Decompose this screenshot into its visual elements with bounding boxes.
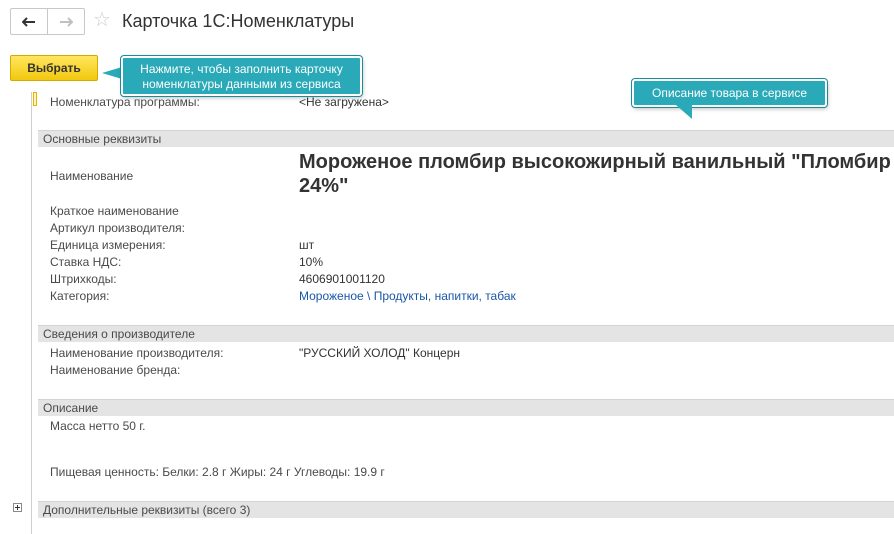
section-title: Дополнительные реквизиты (всего 3) [43, 503, 251, 517]
brand-label: Наименование бренда: [50, 363, 181, 377]
manufacturer-name-label: Наименование производителя: [50, 346, 224, 360]
section-title: Основные реквизиты [43, 132, 162, 146]
navigation-buttons [10, 8, 85, 35]
callout-pointer [102, 67, 122, 79]
favorite-star-icon[interactable]: ☆ [93, 8, 111, 32]
fill-card-callout: Нажмите, чтобы заполнить карточку номенк… [121, 56, 362, 96]
name-label: Наименование [50, 169, 134, 183]
barcodes-label: Штрихкоды: [50, 272, 117, 286]
category-label: Категория: [50, 289, 110, 303]
vat-label: Ставка НДС: [50, 255, 122, 269]
unit-value: шт [299, 238, 315, 252]
section-title: Сведения о производителе [43, 327, 195, 341]
select-button[interactable]: Выбрать [10, 55, 98, 81]
section-manufacturer-header[interactable]: Сведения о производителе [38, 325, 894, 342]
arrow-right-icon [60, 16, 73, 27]
section-title: Описание [43, 401, 99, 415]
callout-pointer [675, 105, 701, 119]
group-line [31, 92, 32, 534]
program-item-label: Номенклатура программы: [50, 95, 200, 109]
product-name: Мороженое пломбир высокожирный ванильный… [299, 151, 891, 197]
unit-label: Единица измерения: [50, 238, 166, 252]
arrow-left-icon [22, 16, 35, 27]
forward-button[interactable] [48, 9, 84, 34]
article-label: Артикул производителя: [50, 221, 185, 235]
back-button[interactable] [11, 9, 48, 34]
program-item-value[interactable]: <Не загружена> [299, 94, 389, 110]
description-line: Масса нетто 50 г. [50, 419, 146, 433]
barcodes-value: 4606901001120 [299, 272, 385, 286]
section-description-header[interactable]: Описание [38, 399, 894, 416]
nutrition-line: Пищевая ценность: Белки: 2.8 г Жиры: 24 … [50, 465, 385, 479]
category-link[interactable]: Мороженое \ Продукты, напитки, табак [299, 288, 516, 304]
short-name-label: Краткое наименование [50, 204, 179, 218]
section-main-header[interactable]: Основные реквизиты [38, 130, 894, 147]
section-additional-header[interactable]: Дополнительные реквизиты (всего 3) [38, 501, 894, 518]
description-callout: Описание товара в сервисе [632, 79, 827, 107]
manufacturer-name-value: "РУССКИЙ ХОЛОД" Концерн [299, 346, 461, 360]
expand-icon[interactable] [13, 503, 22, 512]
current-field-marker [33, 92, 37, 106]
vat-value: 10% [299, 255, 324, 269]
window-title: Карточка 1С:Номенклатуры [122, 11, 355, 31]
